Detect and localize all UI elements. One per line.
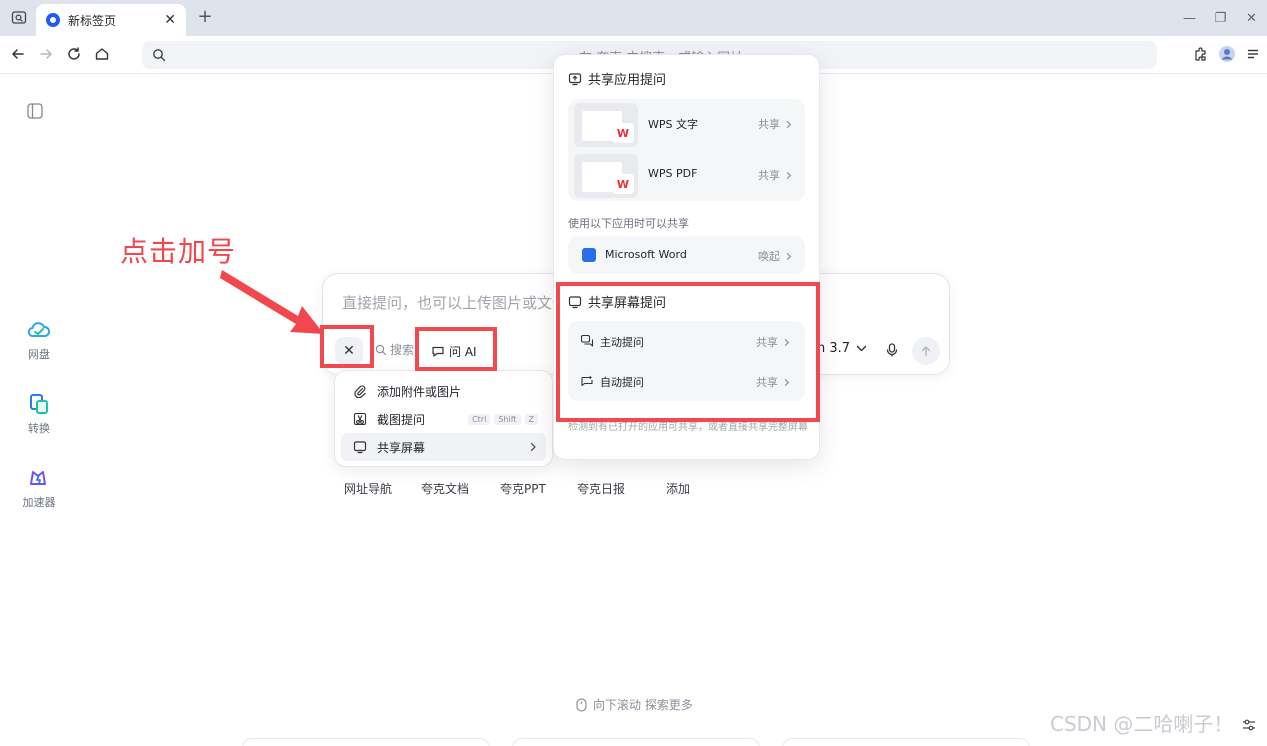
menu-item-label: 添加附件或图片 <box>377 384 462 399</box>
app-action-label: 共享 <box>758 118 780 131</box>
mouse-icon <box>576 697 587 712</box>
rail-item-accelerator[interactable]: 加速器 <box>14 466 64 510</box>
send-button[interactable] <box>912 337 940 365</box>
chevron-right-icon <box>530 442 536 452</box>
app-action-label: 唤起 <box>758 250 780 263</box>
highlight-share-screen <box>556 282 820 422</box>
feed-card[interactable] <box>242 738 490 746</box>
shareable-apps: W WPS 文字 共享 W WPS PDF 共享 <box>568 99 805 201</box>
annotation-arrow <box>218 266 328 338</box>
shortcut-key: Shift <box>494 413 521 425</box>
screen-share-icon <box>353 441 367 454</box>
new-tab-button[interactable]: + <box>195 6 215 28</box>
app-action-label: 共享 <box>758 169 780 182</box>
accelerator-icon <box>27 466 51 490</box>
chevron-right-icon <box>786 171 792 179</box>
forward-arrow-icon[interactable] <box>36 44 56 64</box>
account-avatar-icon[interactable] <box>1217 44 1237 64</box>
wps-logo-icon: W <box>612 123 634 143</box>
menu-icon[interactable] <box>1243 44 1263 64</box>
app-row-wps-writer[interactable]: W WPS 文字 共享 <box>568 99 805 150</box>
shortcut-link[interactable]: 添加 <box>666 480 690 497</box>
model-label: n 3.7 <box>817 341 851 356</box>
rail-label: 网盘 <box>28 348 50 361</box>
app-thumbnail: W <box>574 103 638 147</box>
microsoft-word-icon <box>582 248 596 262</box>
app-name: WPS PDF <box>648 167 698 180</box>
search-toggle[interactable]: 搜索 <box>375 341 414 358</box>
tab-search-icon[interactable] <box>8 7 30 29</box>
share-app-icon <box>568 72 582 85</box>
reload-icon[interactable] <box>64 44 84 64</box>
rail-label: 转换 <box>28 422 50 435</box>
rail-label: 加速器 <box>22 496 56 509</box>
app-share-action[interactable]: 共享 <box>758 116 793 132</box>
app-share-action[interactable]: 共享 <box>758 167 793 183</box>
shortcut-link[interactable]: 夸克PPT <box>500 480 546 497</box>
home-icon[interactable] <box>92 44 112 64</box>
ask-input[interactable]: 直接提问，也可以上传图片或文件 <box>342 292 567 313</box>
search-label: 搜索 <box>390 343 415 357</box>
paperclip-icon <box>354 385 366 398</box>
wps-logo-icon: W <box>612 174 634 194</box>
search-icon <box>375 344 387 355</box>
model-select[interactable]: n 3.7 <box>817 341 867 356</box>
rail-item-cloud-drive[interactable]: 网盘 <box>14 318 64 362</box>
search-icon <box>153 49 166 62</box>
scroll-hint: 向下滚动 探索更多 <box>576 696 693 713</box>
settings-sliders-icon[interactable] <box>1242 718 1256 732</box>
scroll-hint-text: 向下滚动 探索更多 <box>593 698 693 712</box>
app-name: Microsoft Word <box>605 248 687 261</box>
rail-item-convert[interactable]: 转换 <box>14 392 64 436</box>
app-launch-action[interactable]: 唤起 <box>758 248 793 264</box>
extensions-icon[interactable] <box>1191 44 1211 64</box>
window-controls: — ❐ ✕ <box>1174 0 1267 36</box>
arrow-up-icon <box>921 346 931 357</box>
scissors-icon <box>353 412 367 426</box>
share-app-title: 共享应用提问 <box>588 73 667 88</box>
attach-menu: 添加附件或图片 截图提问 Ctrl Shift Z 共享屏幕 <box>334 370 553 467</box>
chevron-down-icon <box>856 345 867 352</box>
highlight-ask-ai <box>415 327 497 371</box>
csdn-watermark: CSDN @二哈喇子！ <box>1050 712 1234 736</box>
highlight-close-button <box>320 325 374 368</box>
shortcut-link[interactable]: 网址导航 <box>344 480 392 497</box>
menu-item-label: 共享屏幕 <box>377 440 426 455</box>
microphone-icon[interactable] <box>883 341 901 359</box>
tab-title: 新标签页 <box>68 13 117 28</box>
app-row-microsoft-word[interactable]: Microsoft Word 唤起 <box>568 236 805 274</box>
menu-item-screenshot-ask[interactable]: 截图提问 Ctrl Shift Z <box>341 405 546 433</box>
chevron-right-icon <box>786 252 792 260</box>
share-app-header: 共享应用提问 <box>568 69 666 88</box>
shortcut-links: 网址导航 夸克文档 夸克PPT 夸克日报 添加 <box>326 480 714 497</box>
app-thumbnail: W <box>574 154 638 198</box>
shortcut-key: Z <box>524 413 538 425</box>
restore-icon[interactable]: ❐ <box>1205 11 1236 26</box>
feed-card[interactable] <box>782 738 1030 746</box>
back-arrow-icon[interactable] <box>8 44 28 64</box>
menu-item-share-screen[interactable]: 共享屏幕 <box>341 433 546 461</box>
cloud-drive-icon <box>27 318 51 342</box>
shortcut-link[interactable]: 夸克日报 <box>577 480 625 497</box>
window-close-icon[interactable]: ✕ <box>1236 11 1267 26</box>
tab-close-icon[interactable]: ✕ <box>164 12 176 28</box>
shortcut-key: Ctrl <box>468 413 491 425</box>
annotation-text: 点击加号 <box>120 235 237 268</box>
app-name: WPS 文字 <box>648 118 698 131</box>
share-apps-subhead: 使用以下应用时可以共享 <box>568 217 689 230</box>
menu-item-label: 截图提问 <box>377 412 426 427</box>
share-note: 检测到有已打开的应用可共享，或者直接共享完整屏幕 <box>568 422 808 433</box>
feed-card[interactable] <box>512 738 760 746</box>
chevron-right-icon <box>786 120 792 128</box>
menu-item-add-attachment[interactable]: 添加附件或图片 <box>341 377 546 405</box>
app-row-wps-pdf[interactable]: W WPS PDF 共享 <box>568 150 805 201</box>
tab-bar: 新标签页 ✕ + — ❐ ✕ <box>0 0 1267 36</box>
shortcut-link[interactable]: 夸克文档 <box>421 480 469 497</box>
quark-favicon-icon <box>46 13 60 27</box>
sidebar-toggle-icon[interactable] <box>26 102 44 120</box>
convert-icon <box>27 392 51 416</box>
tab-new-tab[interactable]: 新标签页 ✕ <box>36 4 186 36</box>
minimize-icon[interactable]: — <box>1174 11 1205 26</box>
